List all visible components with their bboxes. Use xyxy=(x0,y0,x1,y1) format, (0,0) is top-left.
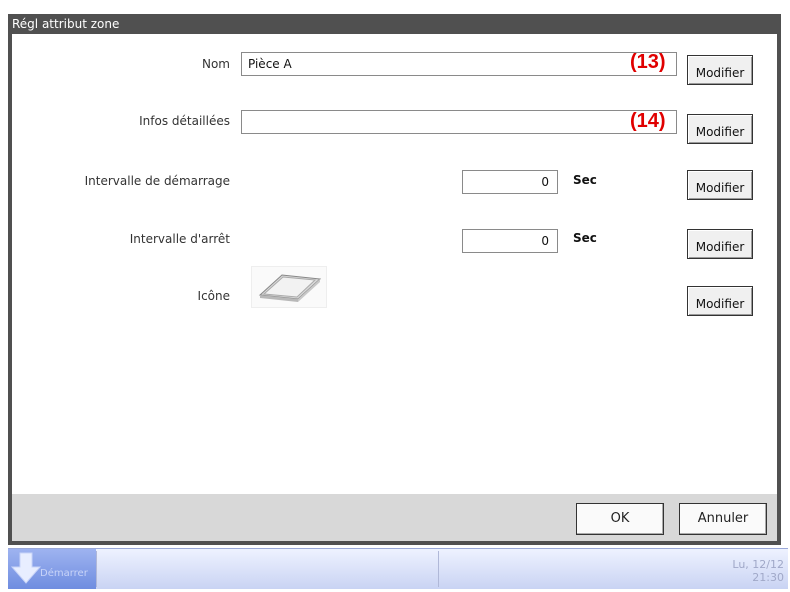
dialog-content xyxy=(12,34,777,494)
nom-label: Nom xyxy=(201,57,230,71)
zone-icon-preview xyxy=(251,266,327,308)
infos-field[interactable] xyxy=(241,110,677,134)
nom-field[interactable]: Pièce A xyxy=(241,52,677,76)
infos-modify-button[interactable]: Modifier xyxy=(687,114,753,144)
taskbar-date: Lu, 12/12 xyxy=(732,558,784,571)
ok-button[interactable]: OK xyxy=(576,503,664,535)
taskbar-separator xyxy=(96,551,97,587)
dialog-title: Régl attribut zone xyxy=(8,14,781,34)
start-interval-label: Intervalle de démarrage xyxy=(84,174,230,188)
stop-interval-unit: Sec xyxy=(573,231,597,245)
taskbar-clock: Lu, 12/12 21:30 xyxy=(732,558,784,584)
stop-interval-label: Intervalle d'arrêt xyxy=(129,232,230,246)
cancel-button[interactable]: Annuler xyxy=(679,503,767,535)
nom-modify-button[interactable]: Modifier xyxy=(687,55,753,85)
icon-label: Icône xyxy=(197,289,230,303)
start-interval-field[interactable]: 0 xyxy=(462,170,558,194)
annotation-13: (13) xyxy=(630,51,666,73)
stop-interval-field[interactable]: 0 xyxy=(462,229,558,253)
start-label: Démarrer xyxy=(40,568,88,579)
start-interval-unit: Sec xyxy=(573,173,597,187)
start-interval-modify-button[interactable]: Modifier xyxy=(687,170,753,200)
taskbar-time: 21:30 xyxy=(752,571,784,584)
annotation-14: (14) xyxy=(630,110,666,132)
taskbar xyxy=(8,548,788,589)
taskbar-separator xyxy=(438,551,439,587)
icon-modify-button[interactable]: Modifier xyxy=(687,286,753,316)
infos-label: Infos détaillées xyxy=(139,114,230,128)
stop-interval-modify-button[interactable]: Modifier xyxy=(687,229,753,259)
zone-tray-icon xyxy=(258,274,322,302)
